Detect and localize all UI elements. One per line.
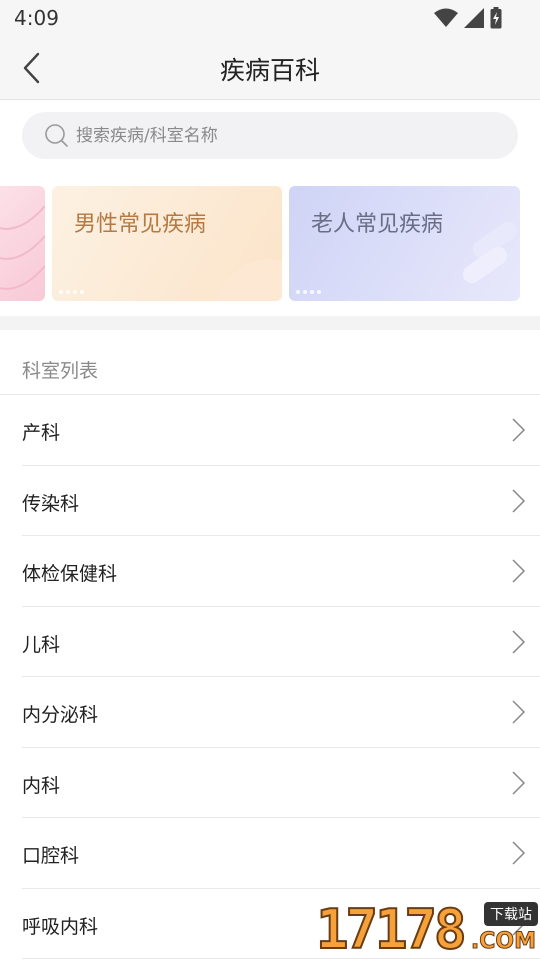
status-bar: 4:09	[0, 0, 540, 36]
watermark-suffix: .COM	[470, 929, 536, 955]
list-item-label: 内分泌科	[22, 704, 99, 726]
chevron-right-icon	[512, 841, 526, 865]
department-list: 产科 传染科 体检保健科 儿科 内分泌科 内科 口腔科 呼吸内科	[0, 394, 540, 959]
chevron-right-icon	[512, 488, 526, 513]
pattern-decoration-icon	[0, 205, 45, 290]
search-bar[interactable]	[22, 112, 518, 159]
chevron-right-icon	[512, 418, 526, 442]
list-item-label: 内科	[22, 774, 61, 797]
list-item-label: 体检保健科	[22, 563, 118, 585]
banner-men-label: 男性常见疾病	[74, 212, 207, 237]
search-input[interactable]	[76, 125, 496, 146]
list-item-label: 儿科	[22, 633, 61, 656]
banner-men-diseases[interactable]: 男性常见疾病	[52, 186, 282, 301]
watermark-tag: 下载站	[484, 902, 538, 926]
list-item[interactable]: 内科	[22, 748, 540, 818]
list-item-label: 产科	[22, 422, 61, 444]
battery-icon	[490, 7, 502, 29]
list-item-label: 呼吸内科	[22, 915, 99, 938]
section-divider	[0, 316, 540, 330]
signal-icon	[464, 8, 484, 28]
status-time: 4:09	[14, 6, 59, 30]
list-item[interactable]: 体检保健科	[22, 536, 540, 607]
list-item-label: 传染科	[22, 492, 80, 515]
section-header: 科室列表	[22, 360, 99, 382]
list-item[interactable]: 传染科	[22, 466, 540, 536]
watermark-number: 17178	[315, 898, 468, 960]
banner-elder-diseases[interactable]: 老人常见疾病	[289, 186, 520, 301]
list-item[interactable]: 儿科	[22, 607, 540, 677]
banner-elder-label: 老人常见疾病	[311, 212, 444, 237]
list-item[interactable]: 内分泌科	[22, 677, 540, 748]
list-item[interactable]: 口腔科	[22, 818, 540, 889]
banner-partial[interactable]	[0, 186, 45, 301]
chevron-right-icon	[512, 770, 526, 795]
watermark-logo: 17178 下载站 .COM	[315, 898, 540, 960]
wifi-icon	[434, 8, 458, 27]
chevron-right-icon	[512, 559, 526, 583]
banner-dots	[296, 290, 321, 294]
search-icon	[45, 123, 68, 147]
chevron-right-icon	[512, 629, 526, 654]
chevron-right-icon	[512, 700, 526, 724]
title-bar: 疾病百科	[0, 36, 540, 100]
list-item[interactable]: 产科	[22, 395, 540, 466]
banner-dots	[59, 290, 84, 294]
banner-decoration-icon	[212, 259, 282, 301]
list-item-label: 口腔科	[22, 845, 80, 867]
page-title: 疾病百科	[219, 56, 320, 85]
pills-decoration-icon	[462, 221, 518, 284]
status-icons	[434, 7, 502, 29]
